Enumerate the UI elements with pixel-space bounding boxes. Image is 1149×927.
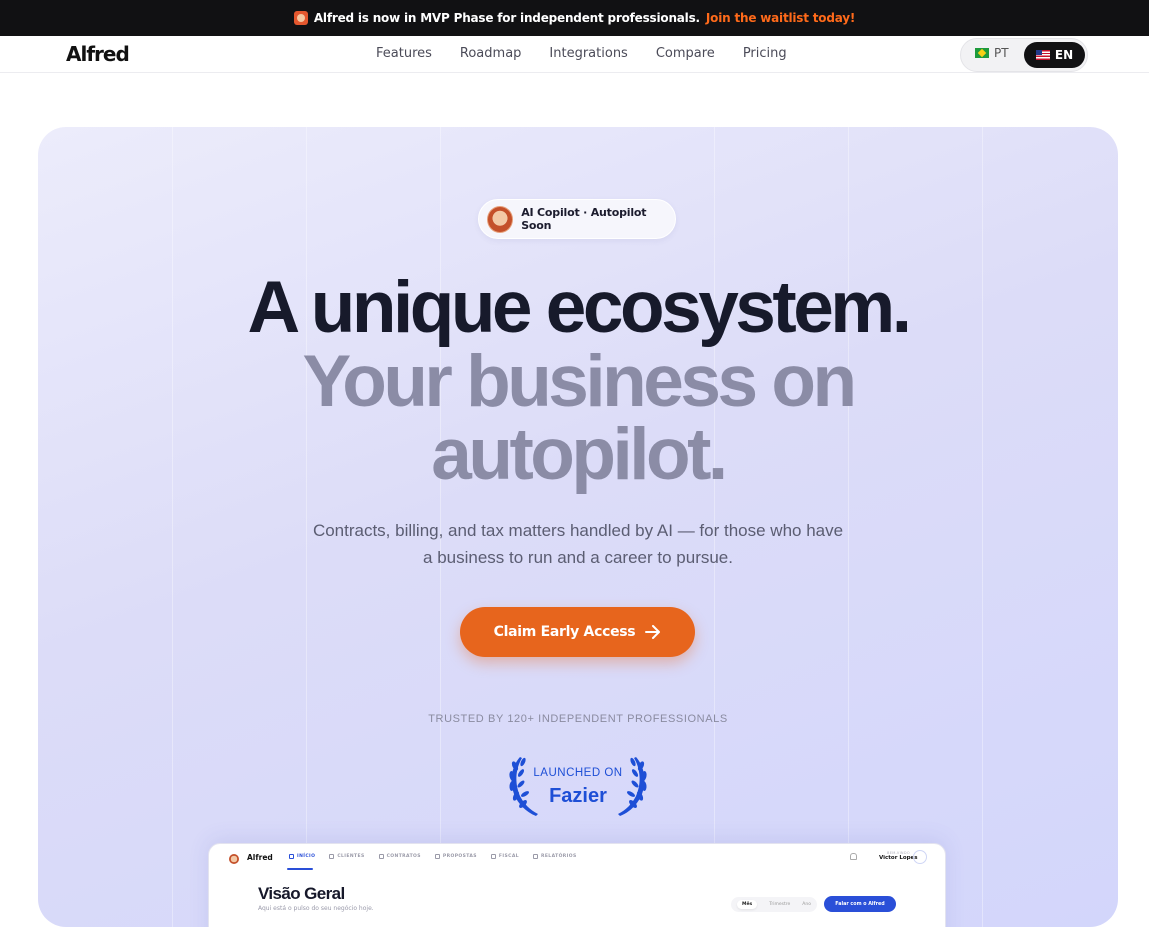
arrow-right-icon	[645, 625, 661, 639]
nav-link-features[interactable]: Features	[376, 46, 432, 61]
trusted-by-text: TRUSTED BY 120+ INDEPENDENT PROFESSIONAL…	[428, 713, 728, 725]
lang-option-en[interactable]: EN	[1024, 42, 1085, 68]
chart-icon	[532, 854, 538, 859]
preview-period-selector: Mês Trimestre Ano	[731, 897, 817, 912]
preview-tab-label: CLIENTES	[337, 854, 365, 859]
lang-pt-label: PT	[994, 46, 1009, 60]
language-switcher: PT EN	[960, 38, 1088, 72]
brazil-flag-icon	[975, 48, 989, 58]
preview-tab-clientes: CLIENTES	[329, 854, 364, 859]
preview-talk-to-alfred-button: Falar com o Alfred	[824, 896, 896, 912]
us-flag-icon	[1035, 50, 1050, 60]
bell-icon	[850, 853, 857, 860]
period-option: Mês	[737, 900, 758, 909]
proposal-icon	[434, 854, 440, 859]
fazier-launch-badge[interactable]: LAUNCHED ON Fazier	[506, 752, 650, 818]
hero-section: AI Copilot · Autopilot Soon A unique eco…	[38, 127, 1118, 927]
preview-title: Visão Geral	[258, 884, 345, 903]
nav-link-integrations[interactable]: Integrations	[549, 46, 627, 61]
grid-line	[172, 127, 173, 927]
hero-subtitle: Contracts, billing, and tax matters hand…	[312, 521, 844, 567]
nav-link-pricing[interactable]: Pricing	[743, 46, 787, 61]
period-option: Ano	[802, 902, 811, 907]
brand-logo[interactable]: Alfred	[66, 42, 130, 66]
headline-line-2: Your business on	[302, 341, 857, 422]
claim-early-access-button[interactable]: Claim Early Access	[460, 607, 695, 657]
user-avatar-icon	[913, 850, 927, 864]
preview-logo-icon	[229, 854, 239, 864]
headline-line-1: A unique ecosystem.	[247, 267, 912, 348]
preview-tab-label: CONTRATOS	[386, 854, 421, 859]
preview-tab-contratos: CONTRATOS	[378, 854, 421, 859]
users-icon	[329, 854, 335, 859]
badge-fazier: Fazier	[549, 785, 607, 807]
announcement-message: Alfred is now in MVP Phase for independe…	[313, 11, 700, 25]
document-icon	[378, 854, 384, 859]
period-option: Trimestre	[769, 902, 791, 907]
grid-line	[848, 127, 849, 927]
active-tab-indicator	[287, 868, 313, 870]
preview-tab-label: FISCAL	[498, 854, 519, 859]
preview-tab-propostas: PROPOSTAS	[434, 854, 477, 859]
navbar: Alfred Features Roadmap Integrations Com…	[0, 36, 1149, 73]
announcement-bar: Alfred is now in MVP Phase for independe…	[0, 0, 1149, 36]
preview-user-name: Victor Lopes	[879, 855, 918, 861]
preview-tabs: INÍCIO CLIENTES CONTRATOS PROPOSTAS FISC…	[289, 854, 577, 859]
preview-tab-label: PROPOSTAS	[442, 854, 477, 859]
waitlist-link[interactable]: Join the waitlist today!	[706, 11, 855, 25]
alfred-logo-icon	[293, 11, 308, 25]
grid-line	[982, 127, 983, 927]
preview-tab-fiscal: FISCAL	[490, 854, 519, 859]
headline-line-3: autopilot.	[431, 414, 728, 495]
preview-tab-relatorios: RELATÓRIOS	[532, 854, 577, 859]
receipt-icon	[490, 854, 496, 859]
nav-link-compare[interactable]: Compare	[656, 46, 715, 61]
preview-tab-inicio: INÍCIO	[289, 854, 315, 859]
ai-avatar-icon	[487, 205, 514, 233]
badge-launched-on: LAUNCHED ON	[533, 767, 623, 779]
lang-en-label: EN	[1054, 48, 1074, 62]
copilot-pill: AI Copilot · Autopilot Soon	[478, 199, 676, 239]
claim-button-label: Claim Early Access	[493, 624, 636, 640]
grid-line	[306, 127, 307, 927]
preview-brand: Alfred	[247, 853, 273, 862]
lang-option-pt[interactable]: PT	[975, 46, 1009, 60]
preview-subtitle: Aqui está o pulso do seu negócio hoje.	[258, 905, 374, 912]
preview-tab-label: INÍCIO	[297, 854, 316, 859]
nav-link-roadmap[interactable]: Roadmap	[460, 46, 522, 61]
nav-links: Features Roadmap Integrations Compare Pr…	[376, 46, 787, 61]
pill-label: AI Copilot · Autopilot Soon	[521, 206, 647, 232]
preview-tab-label: RELATÓRIOS	[540, 854, 577, 859]
app-preview: Alfred INÍCIO CLIENTES CONTRATOS PROPOST…	[208, 843, 946, 927]
home-icon	[289, 854, 294, 859]
